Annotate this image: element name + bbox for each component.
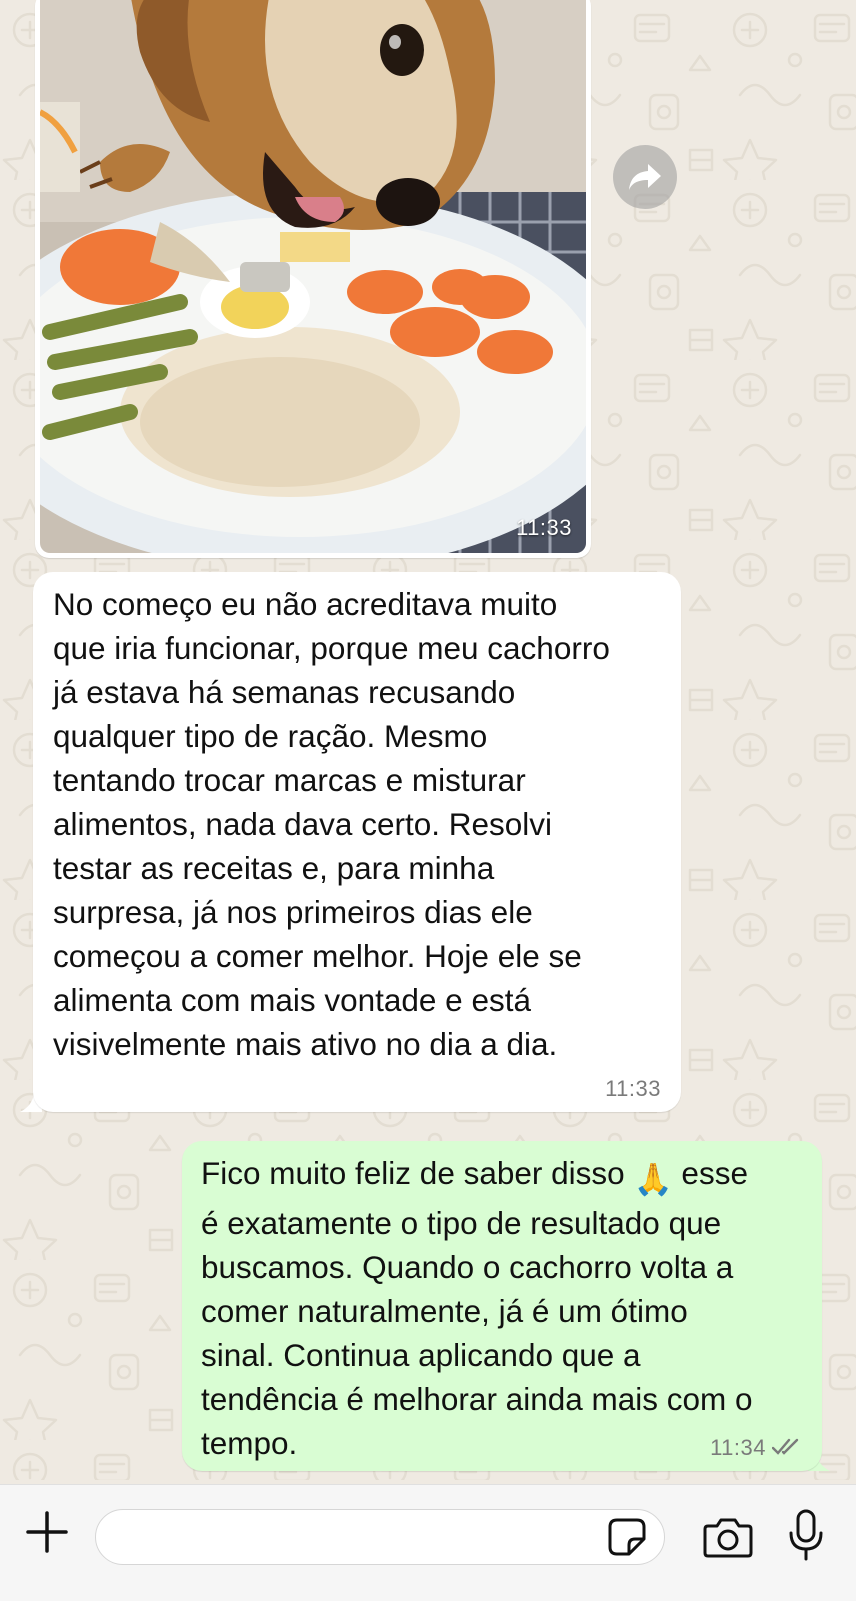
incoming-text-message[interactable]: No começo eu não acreditava muito que ir… bbox=[33, 572, 681, 1112]
forward-button[interactable] bbox=[613, 145, 677, 209]
double-check-icon bbox=[772, 1438, 799, 1455]
sticker-icon bbox=[608, 1518, 646, 1556]
incoming-photo-message[interactable]: 11:33 bbox=[35, 0, 591, 558]
message-text: Fico muito feliz de saber disso 🙏 esse é… bbox=[201, 1151, 816, 1465]
attach-button[interactable] bbox=[22, 1507, 72, 1557]
dog-food-photo[interactable]: 11:33 bbox=[40, 0, 586, 553]
dog-eating-plate-image bbox=[40, 0, 586, 553]
folded-hands-emoji: 🙏 bbox=[633, 1161, 673, 1197]
message-text-start: Fico muito feliz de saber disso bbox=[201, 1155, 634, 1191]
microphone-icon bbox=[789, 1509, 823, 1561]
message-timestamp: 11:33 bbox=[605, 1076, 661, 1101]
microphone-button[interactable] bbox=[782, 1505, 830, 1565]
message-composer-bar bbox=[0, 1484, 856, 1601]
outgoing-text-message[interactable]: Fico muito feliz de saber disso 🙏 esse é… bbox=[182, 1141, 822, 1471]
plus-icon bbox=[26, 1511, 68, 1553]
message-timestamp: 11:34 bbox=[710, 1435, 766, 1460]
message-text: No começo eu não acreditava muito que ir… bbox=[53, 586, 610, 1062]
camera-icon bbox=[703, 1518, 753, 1558]
forward-icon bbox=[629, 164, 661, 190]
camera-button[interactable] bbox=[700, 1509, 756, 1565]
sticker-button[interactable] bbox=[603, 1513, 651, 1561]
message-input[interactable] bbox=[95, 1509, 665, 1565]
message-text-end: esse é exatamente o tipo de resultado qu… bbox=[201, 1155, 753, 1461]
photo-timestamp: 11:33 bbox=[516, 515, 572, 540]
